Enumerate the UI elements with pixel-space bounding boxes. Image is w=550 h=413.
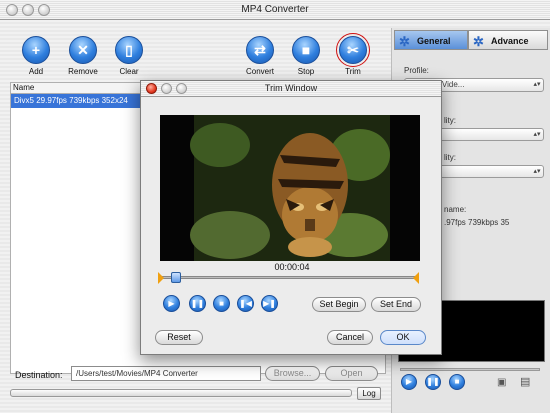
stop-icon[interactable]: ■: [213, 295, 230, 312]
add-button[interactable]: + Add: [16, 36, 56, 76]
folder-icon[interactable]: ▤: [520, 375, 530, 388]
trim-window-dialog: Trim Window 00:00:04 ▶ ❚❚ ■ ❚◀ ▶❚ Set Be…: [140, 80, 442, 355]
step-forward-icon[interactable]: ▶❚: [261, 295, 278, 312]
stop-icon: ■: [292, 36, 320, 64]
tiger-video-image: [160, 115, 420, 261]
log-button[interactable]: Log: [357, 387, 381, 400]
destination-label: Destination:: [15, 370, 63, 380]
window-title: MP4 Converter: [241, 4, 309, 15]
seek-bar[interactable]: [162, 276, 418, 279]
preview-slider[interactable]: [400, 368, 540, 371]
end-marker-icon[interactable]: [413, 272, 419, 284]
remove-button[interactable]: ✕ Remove: [63, 36, 103, 76]
title-bar: MP4 Converter: [0, 0, 550, 20]
trim-label: Trim: [345, 67, 361, 76]
select-arrows-icon: ▴▾: [533, 168, 541, 175]
open-button[interactable]: Open: [325, 366, 378, 381]
convert-label: Convert: [245, 67, 274, 76]
gear-icon: ✲: [473, 34, 484, 49]
begin-marker-icon[interactable]: [158, 272, 164, 284]
gear-icon: ✲: [399, 34, 410, 49]
cancel-button[interactable]: Cancel: [327, 330, 373, 345]
convert-button[interactable]: ⇄ Convert: [240, 36, 280, 76]
destination-path-field[interactable]: /Users/test/Movies/MP4 Converter: [71, 366, 261, 381]
plus-icon: +: [22, 36, 50, 64]
setting-label: lity:: [444, 116, 456, 125]
name-value[interactable]: .97fps 739kbps 35: [444, 218, 509, 227]
scissors-icon: ✂: [339, 36, 367, 64]
step-back-icon[interactable]: ❚◀: [237, 295, 254, 312]
stop-icon[interactable]: ■: [449, 374, 465, 390]
tab-advance-label: Advance: [491, 36, 529, 46]
play-icon[interactable]: ▶: [163, 295, 180, 312]
tab-advance[interactable]: ✲ Advance: [468, 30, 548, 50]
reset-button[interactable]: Reset: [155, 330, 203, 345]
add-label: Add: [28, 67, 44, 76]
stop-label: Stop: [297, 67, 315, 76]
convert-icon: ⇄: [246, 36, 274, 64]
profile-label: Profile:: [404, 66, 429, 75]
pause-icon[interactable]: ❚❚: [425, 374, 441, 390]
current-time: 00:00:04: [274, 262, 310, 272]
clear-button[interactable]: ▯ Clear: [109, 36, 149, 76]
tab-general-label: General: [417, 36, 451, 46]
trim-window-title-bar: Trim Window: [141, 81, 441, 97]
remove-icon: ✕: [69, 36, 97, 64]
trash-icon: ▯: [115, 36, 143, 64]
ok-button[interactable]: OK: [380, 330, 426, 345]
set-begin-button[interactable]: Set Begin: [312, 297, 366, 312]
name-label: name:: [444, 205, 467, 214]
video-frame: [160, 115, 420, 261]
setting-label: lity:: [444, 153, 456, 162]
trim-button[interactable]: ✂ Trim: [333, 36, 373, 76]
trim-window-title: Trim Window: [264, 83, 318, 93]
progress-bar: [10, 389, 352, 397]
stop-button[interactable]: ■ Stop: [286, 36, 326, 76]
play-icon[interactable]: ▶: [401, 374, 417, 390]
snapshot-icon[interactable]: ▣: [497, 377, 506, 388]
select-arrows-icon: ▴▾: [533, 131, 541, 138]
pause-icon[interactable]: ❚❚: [189, 295, 206, 312]
browse-button[interactable]: Browse...: [265, 366, 320, 381]
set-end-button[interactable]: Set End: [371, 297, 421, 312]
tab-general[interactable]: ✲ General: [394, 30, 468, 50]
seek-thumb[interactable]: [171, 272, 181, 283]
remove-label: Remove: [68, 67, 98, 76]
clear-label: Clear: [119, 67, 139, 76]
select-arrows-icon: ▴▾: [533, 81, 541, 88]
